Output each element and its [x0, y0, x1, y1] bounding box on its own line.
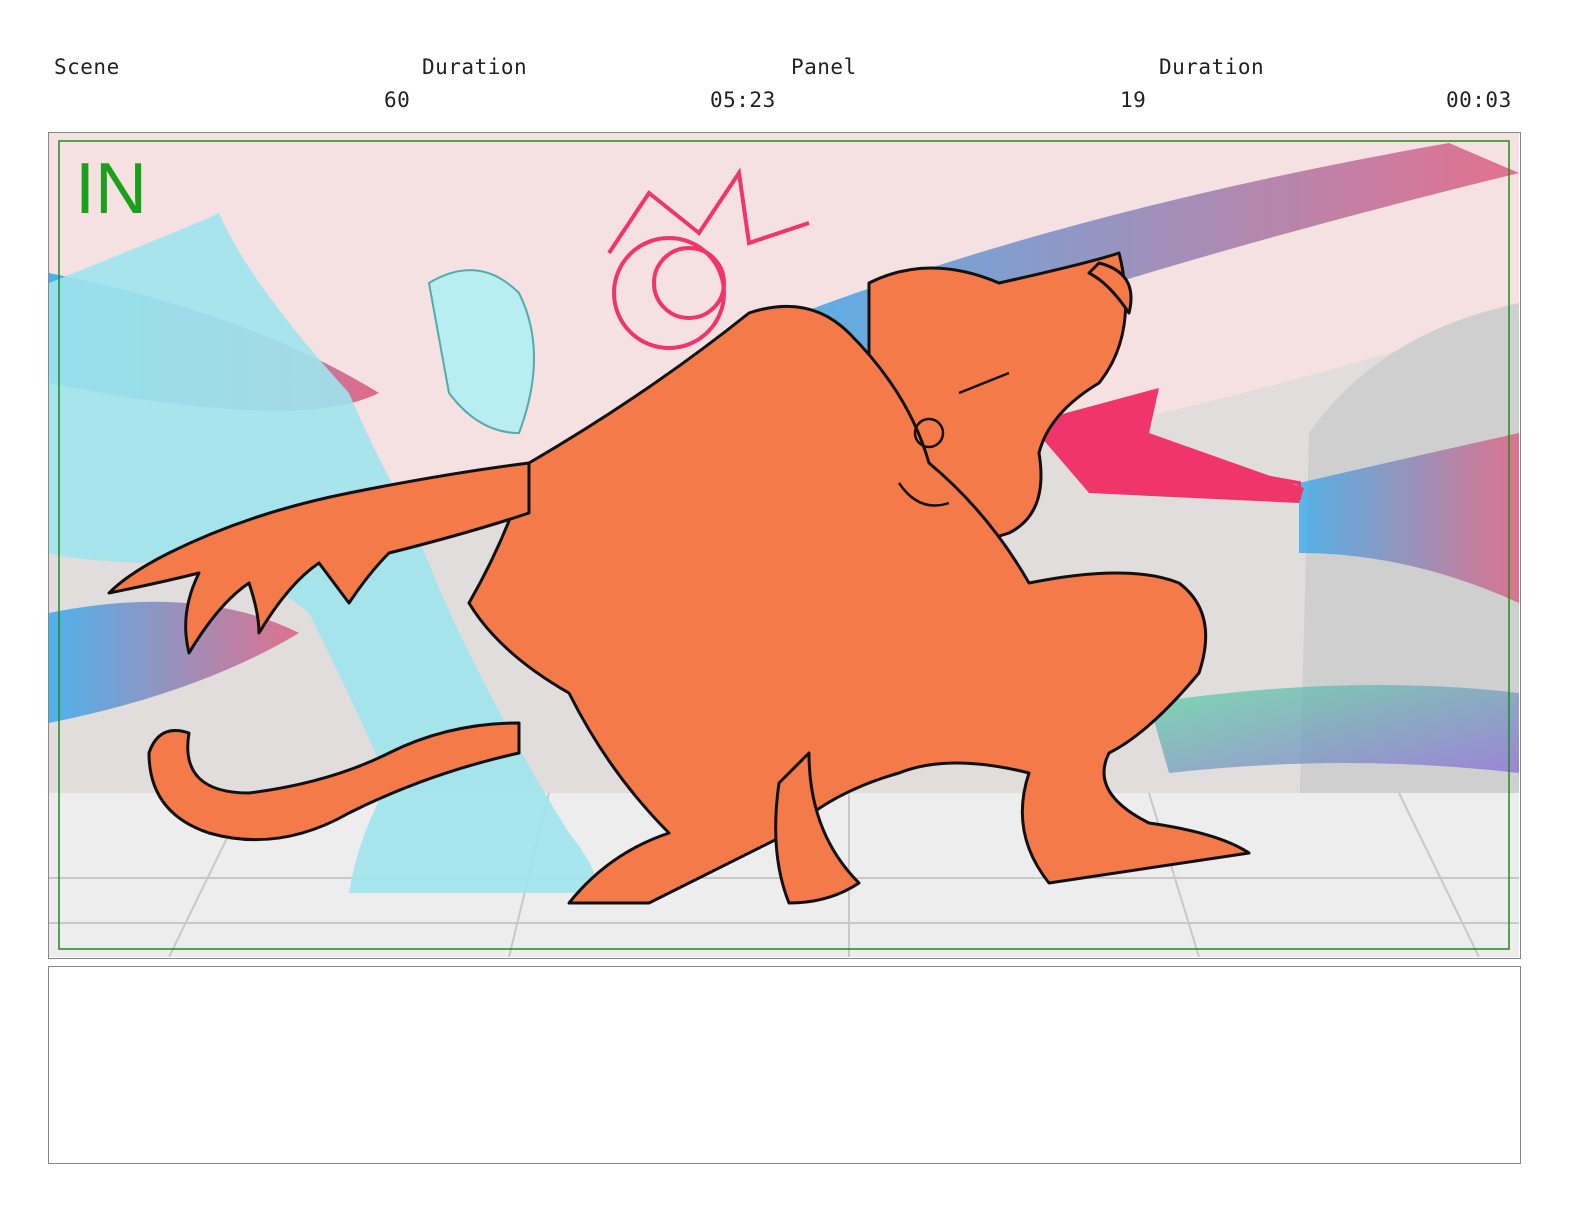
transition-in-label: IN: [75, 149, 147, 229]
scene-duration-value: 05:23: [710, 88, 776, 112]
panel-duration-value: 00:03: [1446, 88, 1512, 112]
panel-duration-label: Duration: [1159, 55, 1265, 79]
panel-label: Panel: [791, 55, 857, 79]
panel-number: 19: [1120, 88, 1147, 112]
energy-streak: [1149, 685, 1519, 773]
storyboard-panel: IN: [48, 132, 1521, 959]
panel-notes-box[interactable]: [48, 966, 1521, 1164]
panel-artwork: [49, 133, 1519, 957]
scene-number: 60: [384, 88, 411, 112]
scene-label: Scene: [54, 55, 120, 79]
scene-duration-label: Duration: [422, 55, 528, 79]
